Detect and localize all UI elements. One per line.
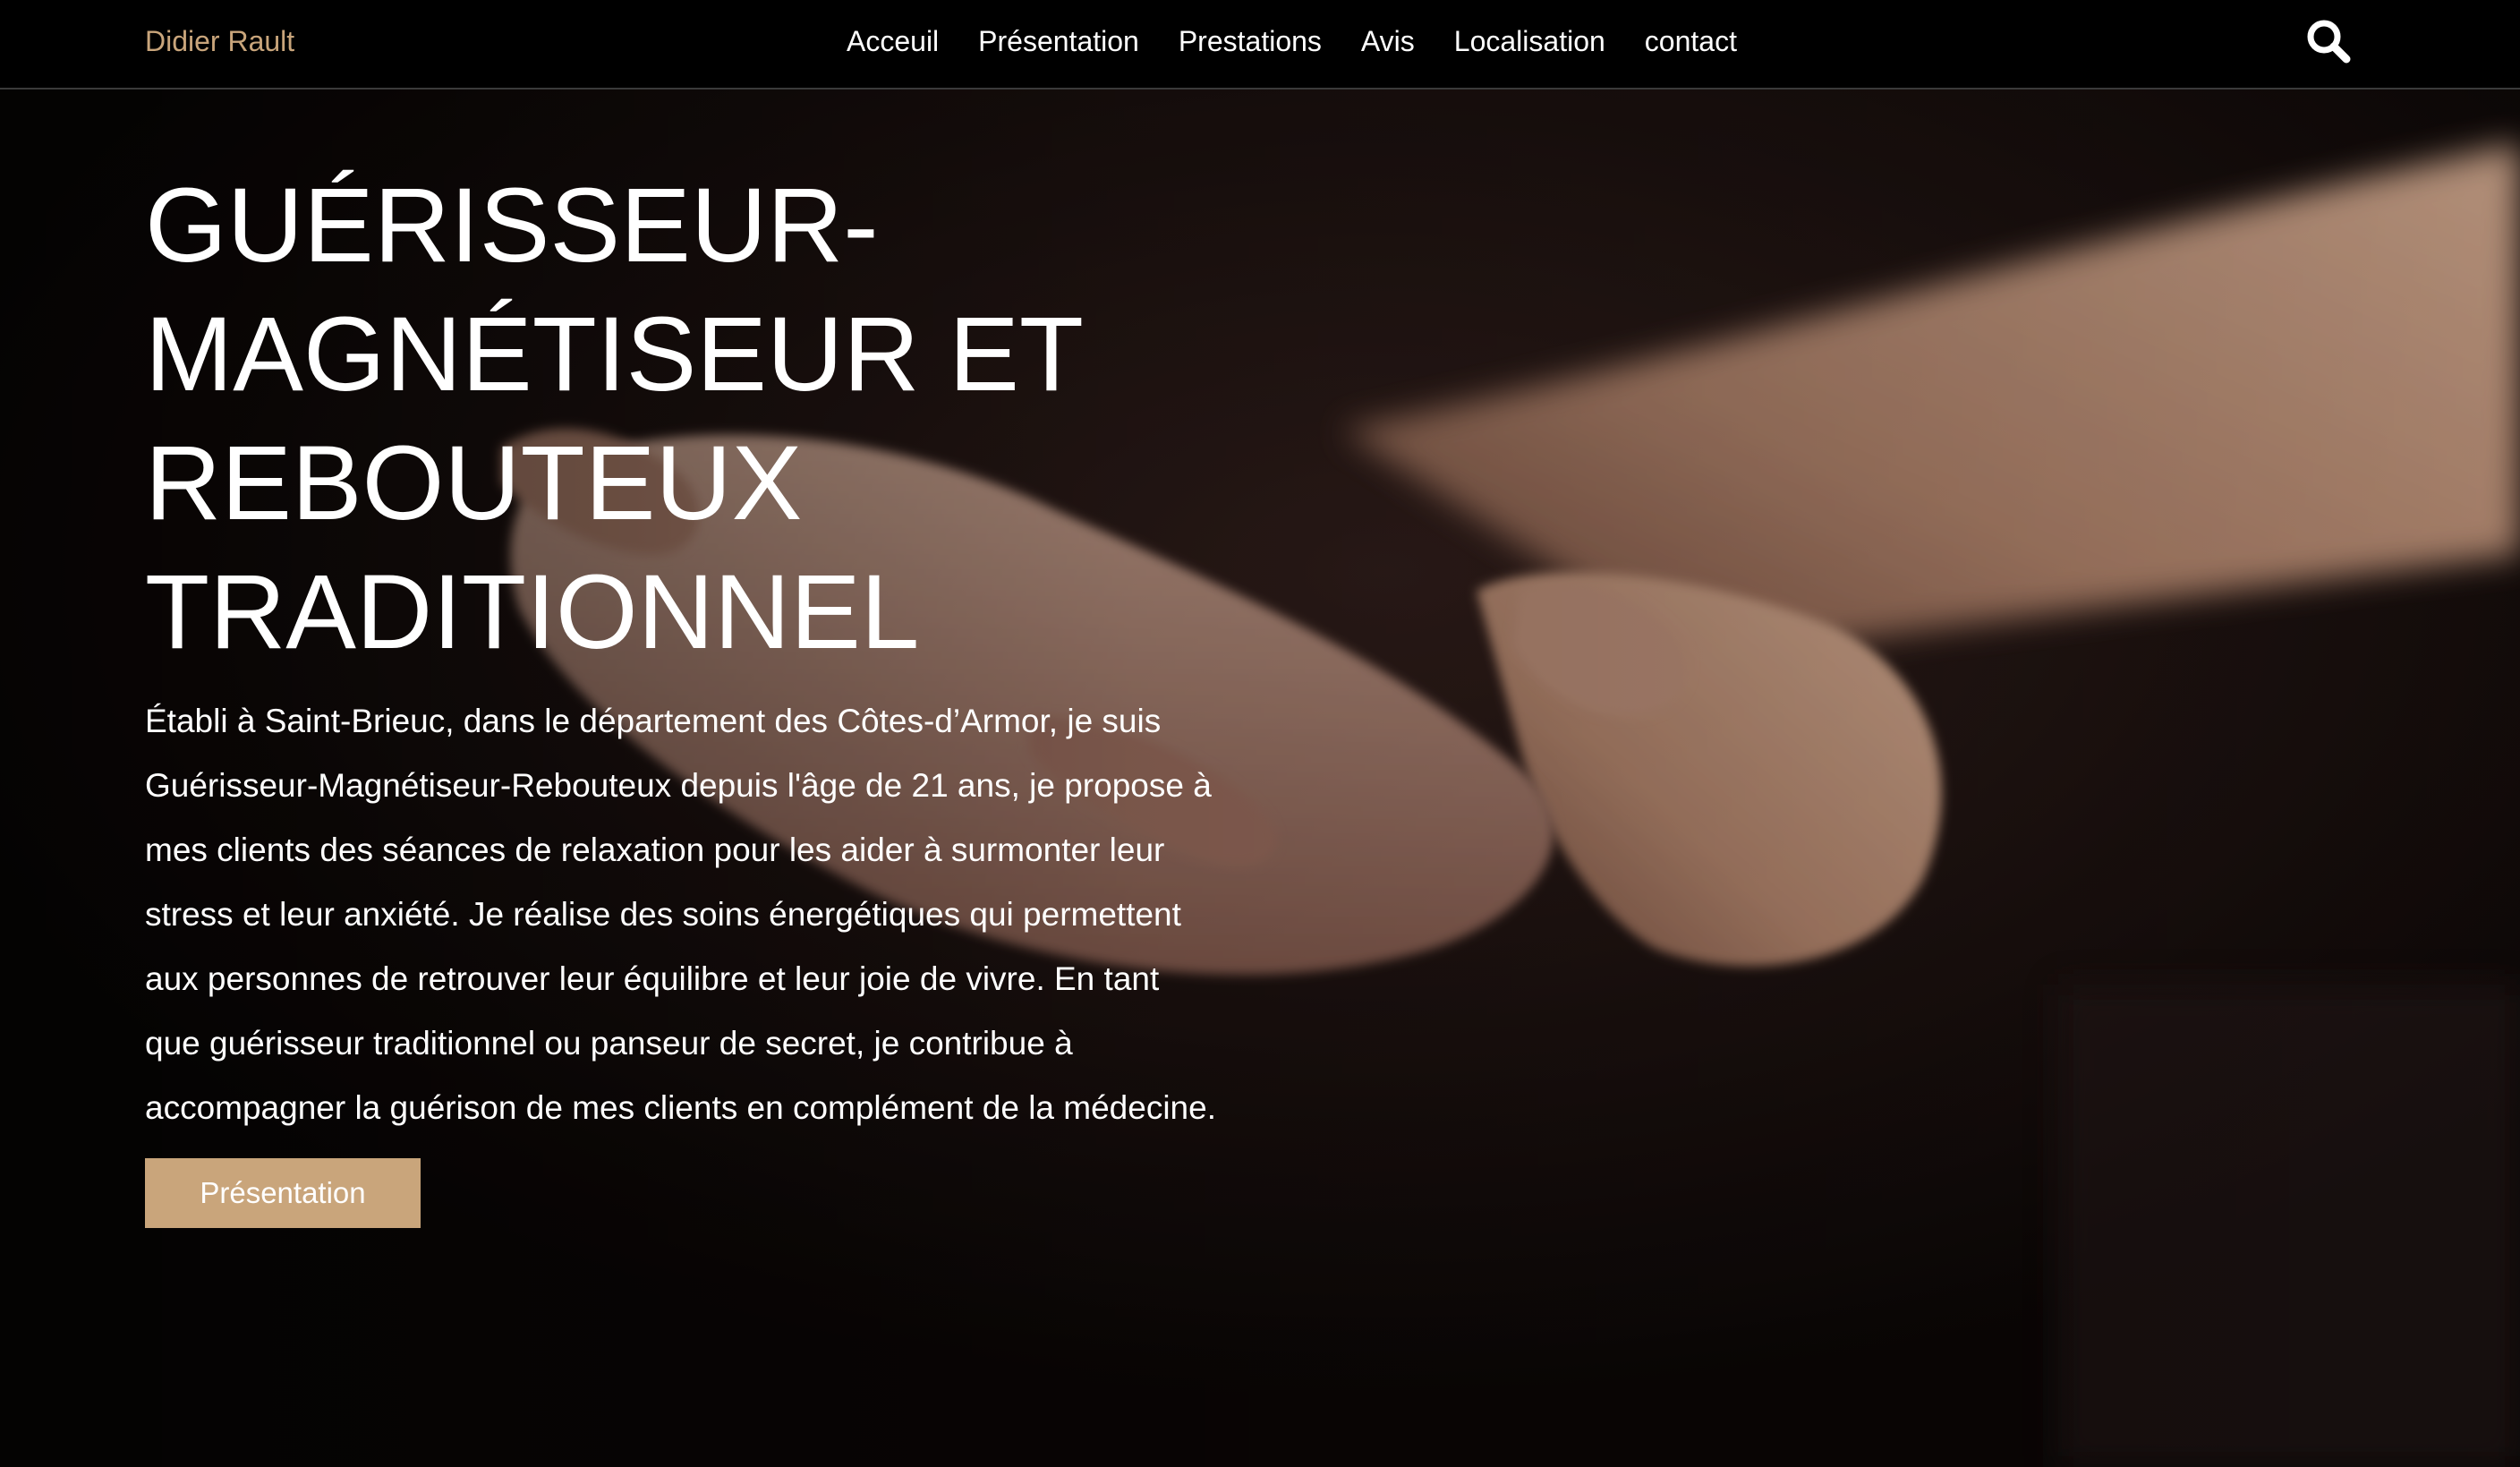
brand-link[interactable]: Didier Rault [145,23,294,59]
search-icon [2307,20,2351,64]
nav-item-contact: contact [1645,23,1737,59]
nav-item-prestations: Prestations [1179,23,1322,59]
nav-link-prestations[interactable]: Prestations [1179,25,1322,57]
nav-link-presentation[interactable]: Présentation [978,25,1139,57]
presentation-button[interactable]: Présentation [145,1158,421,1228]
nav-link-avis[interactable]: Avis [1361,25,1415,57]
nav-item-localisation: Localisation [1454,23,1605,59]
top-navigation-bar: Didier Rault Acceuil Présentation Presta… [0,0,2520,90]
main-nav: Acceuil Présentation Prestations Avis Lo… [847,23,1737,59]
nav-link-localisation[interactable]: Localisation [1454,25,1605,57]
hero-section: GUÉRISSEUR-MAGNÉTISEUR ET REBOUTEUX TRAD… [0,90,2520,1467]
hero-title: GUÉRISSEUR-MAGNÉTISEUR ET REBOUTEUX TRAD… [145,166,1082,671]
hero-content: GUÉRISSEUR-MAGNÉTISEUR ET REBOUTEUX TRAD… [145,161,1237,1228]
nav-item-acceuil: Acceuil [847,23,939,59]
nav-item-presentation: Présentation [978,23,1139,59]
page: Didier Rault Acceuil Présentation Presta… [0,0,2520,1467]
search-button[interactable] [2303,16,2354,66]
nav-link-contact[interactable]: contact [1645,25,1737,57]
nav-link-acceuil[interactable]: Acceuil [847,25,939,57]
nav-item-avis: Avis [1361,23,1415,59]
hero-description: Établi à Saint-Brieuc, dans le départeme… [145,703,1216,1126]
